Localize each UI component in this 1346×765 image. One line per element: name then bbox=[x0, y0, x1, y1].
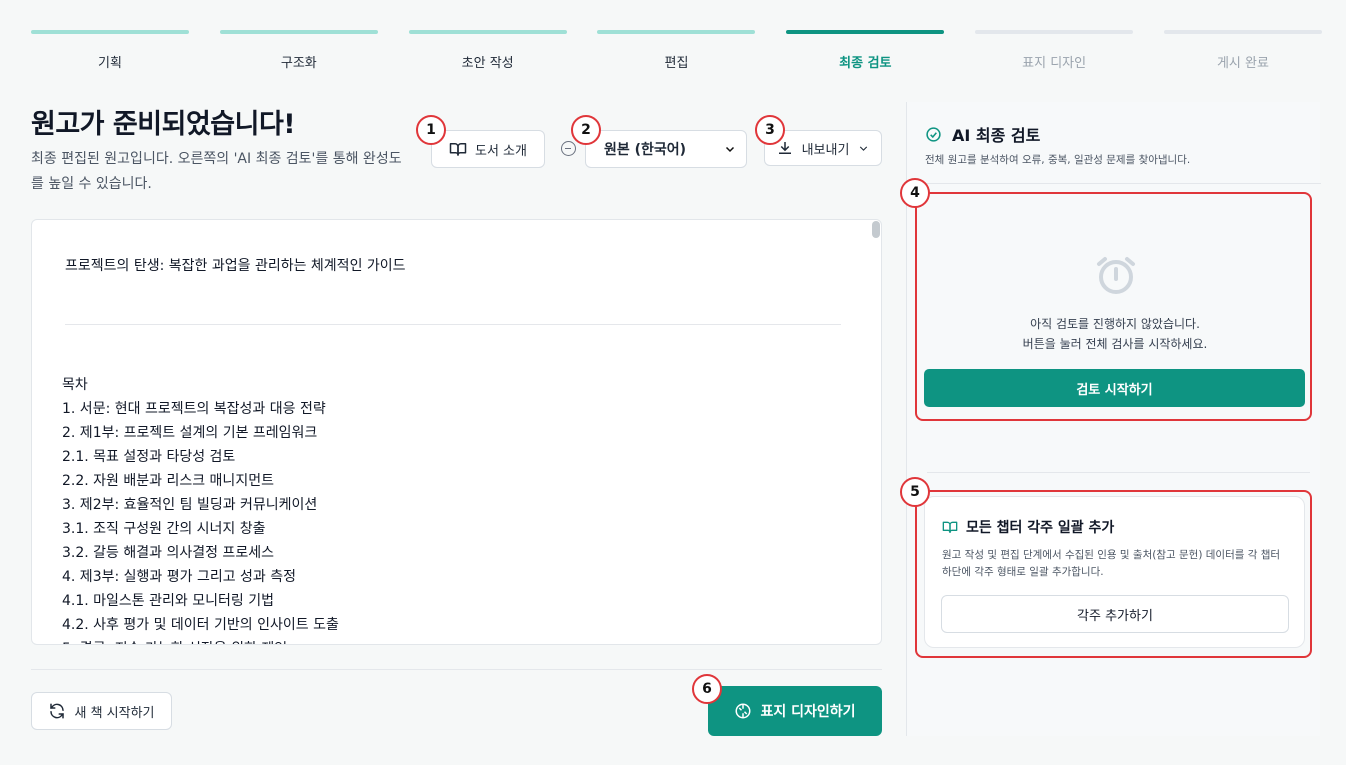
toc-item: 2.2. 자원 배분과 리스크 매니지먼트 bbox=[62, 473, 274, 489]
toc-item: 2.1. 목표 설정과 타당성 검토 bbox=[62, 449, 236, 465]
toc-item: 5. 결론: 지속 가능한 성장을 위한 제언 bbox=[62, 637, 339, 644]
page-subtitle: 최종 편집된 원고입니다. 오른쪽의 'AI 최종 검토'를 통해 완성도를 높… bbox=[31, 151, 402, 192]
annotation-badge: 4 bbox=[900, 178, 930, 208]
panel-divider bbox=[927, 472, 1310, 473]
toc-item: 4.1. 마일스톤 관리와 모니터링 기법 bbox=[62, 593, 274, 609]
annotation-badge: 3 bbox=[755, 115, 785, 145]
toc-item: 4. 제3부: 실행과 평가 그리고 성과 측정 bbox=[62, 569, 297, 585]
refresh-icon bbox=[50, 703, 65, 719]
step-structure: 구조화 bbox=[219, 30, 378, 71]
toc-item: 3. 제2부: 효율적인 팀 빌딩과 커뮤니케이션 bbox=[62, 497, 318, 513]
palette-icon bbox=[735, 703, 751, 719]
annotation-badge: 5 bbox=[900, 477, 930, 507]
chevron-down-icon bbox=[725, 146, 735, 153]
export-label: 내보내기 bbox=[801, 142, 850, 158]
language-selected-value: 원본 (한국어) bbox=[604, 142, 687, 158]
annotation-badge: 2 bbox=[571, 115, 601, 145]
minus-circle-icon bbox=[561, 141, 576, 156]
panel-description: 전체 원고를 분석하여 오류, 중복, 일관성 문제를 찾아냅니다. bbox=[925, 154, 1191, 166]
toc-item: 4.2. 사후 평가 및 데이터 기반의 인사이트 도출 bbox=[62, 617, 339, 633]
chevron-down-icon bbox=[860, 145, 868, 151]
step-cover-design: 표지 디자인 bbox=[975, 30, 1134, 71]
new-book-button[interactable]: 새 책 시작하기 bbox=[31, 692, 172, 730]
cover-design-button[interactable]: 표지 디자인하기 bbox=[708, 686, 882, 736]
divider bbox=[65, 324, 841, 325]
step-edit: 편집 bbox=[597, 30, 756, 71]
manuscript-title: 프로젝트의 탄생: 복잡한 과업을 관리하는 체계적인 가이드 bbox=[65, 258, 406, 274]
cover-design-label: 표지 디자인하기 bbox=[760, 704, 856, 720]
annotation-badge: 1 bbox=[416, 115, 446, 145]
language-select[interactable]: 원본 (한국어) bbox=[585, 130, 747, 168]
panel-title: AI 최종 검토 bbox=[925, 122, 1040, 146]
toc-item: 3.1. 조직 구성원 간의 시너지 창출 bbox=[62, 521, 266, 537]
toc-item: 3.2. 갈등 해결과 의사결정 프로세스 bbox=[62, 545, 274, 561]
toc-item: 2. 제1부: 프로젝트 설계의 기본 프레임워크 bbox=[62, 425, 318, 441]
step-planning: 기획 bbox=[31, 30, 189, 71]
annotation-box bbox=[915, 192, 1312, 421]
panel-title-label: AI 최종 검토 bbox=[952, 126, 1041, 145]
book-intro-button[interactable]: 도서 소개 bbox=[431, 130, 545, 168]
step-publish: 게시 완료 bbox=[1163, 30, 1322, 71]
step-draft: 초안 작성 bbox=[408, 30, 567, 71]
footer-divider bbox=[31, 669, 882, 670]
scrollbar-thumb[interactable] bbox=[872, 221, 880, 238]
annotation-badge: 6 bbox=[692, 674, 722, 704]
manuscript-viewer[interactable]: 프로젝트의 탄생: 복잡한 과업을 관리하는 체계적인 가이드 목차 1. 서문… bbox=[31, 219, 882, 645]
panel-header: AI 최종 검토 전체 원고를 분석하여 오류, 중복, 일관성 문제를 찾아냅… bbox=[907, 102, 1321, 184]
page-title: 원고가 준비되었습니다! bbox=[31, 109, 296, 140]
annotation-box bbox=[915, 490, 1312, 658]
step-final-review: 최종 검토 bbox=[786, 30, 945, 71]
toc-item: 1. 서문: 현대 프로젝트의 복잡성과 대응 전략 bbox=[62, 401, 326, 417]
table-of-contents: 목차 1. 서문: 현대 프로젝트의 복잡성과 대응 전략 2. 제1부: 프로… bbox=[62, 373, 339, 644]
progress-stepper: 기획 구조화 초안 작성 편집 최종 검토 표지 디자인 게시 완료 bbox=[31, 30, 1322, 71]
book-open-icon bbox=[449, 143, 467, 156]
check-circle-icon bbox=[926, 126, 941, 142]
book-intro-label: 도서 소개 bbox=[475, 143, 527, 159]
new-book-label: 새 책 시작하기 bbox=[74, 705, 155, 721]
toc-heading: 목차 bbox=[62, 377, 88, 393]
